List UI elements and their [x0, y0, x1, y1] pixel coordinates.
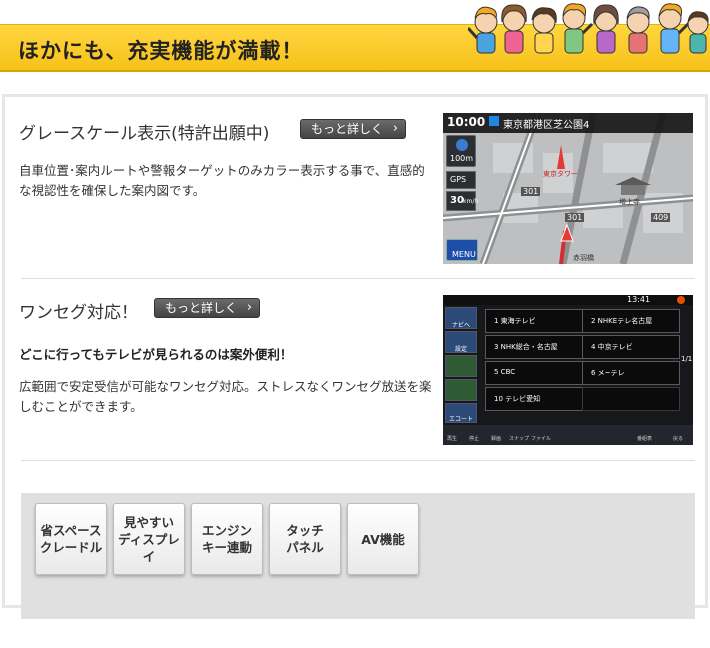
button-label: タッチ — [286, 523, 324, 538]
speed-widget: 30 km/h — [446, 191, 479, 211]
gps-widget: GPS — [446, 171, 476, 189]
touch-panel-button[interactable]: タッチ パネル — [269, 503, 341, 575]
chevron-right-icon: › — [392, 121, 399, 136]
grayscale-title: グレースケール表示(特許出願中) — [19, 124, 270, 144]
button-label: 省スペース — [40, 523, 102, 538]
place-label: 赤羽橋 — [573, 254, 594, 262]
section-divider — [21, 460, 695, 461]
channel-button[interactable]: 4 中京テレビ — [582, 335, 680, 359]
grayscale-more-button[interactable]: もっと詳しく › — [300, 119, 407, 139]
road-label: 409 — [651, 213, 671, 222]
tv-side-menu: ナビへ 設定 エコート — [445, 307, 477, 423]
features-panel: グレースケール表示(特許出願中) もっと詳しく › 自車位置･案内ルートや警報タ… — [2, 94, 708, 619]
channel-button[interactable]: 10 テレビ愛知 — [485, 387, 583, 411]
map-illustration — [443, 113, 693, 264]
echo-button[interactable]: エコート — [445, 403, 477, 423]
nav-button[interactable]: ナビへ — [445, 307, 477, 329]
road-label: 301 — [521, 187, 541, 196]
power-icon[interactable] — [677, 296, 685, 304]
volume-down-button[interactable] — [445, 379, 477, 401]
gps-label: GPS — [450, 175, 467, 184]
back-button[interactable]: 戻る — [673, 435, 683, 442]
location-icon — [489, 116, 499, 126]
record-button[interactable]: 録画 — [491, 435, 501, 442]
menu-label: MENU — [452, 250, 476, 259]
oneseg-title: ワンセグ対応！ — [19, 303, 138, 323]
button-label: エンジン — [201, 523, 252, 538]
play-button[interactable]: 再生 — [447, 435, 457, 442]
speed-unit: km/h — [463, 198, 479, 205]
description-line: 自車位置･案内ルートや警報ターゲットのみカラー表示する事で、直感的 — [19, 163, 425, 178]
page-indicator: 1/1 — [681, 355, 693, 363]
engine-key-link-button[interactable]: エンジン キー連動 — [191, 503, 263, 575]
channel-button[interactable]: 6 メ~テレ — [582, 361, 680, 385]
program-guide-button[interactable]: 番組表 — [637, 435, 652, 442]
compass-widget[interactable]: 100m — [446, 135, 476, 167]
menu-button[interactable]: MENU — [446, 239, 478, 261]
oneseg-sub-heading: どこに行ってもテレビが見られるのは案外便利！ — [19, 347, 293, 362]
chevron-right-icon: › — [246, 300, 253, 315]
button-label: キー連動 — [201, 540, 252, 555]
place-label: 増上寺 — [619, 198, 640, 206]
description-line: しむことができます。 — [19, 399, 143, 414]
more-button-label: もっと詳しく — [311, 122, 384, 136]
description-line: 広範囲で安定受信が可能なワンセグ対応。ストレスなくワンセグ放送を楽 — [19, 379, 432, 394]
map-clock: 10:00 — [447, 115, 486, 129]
button-label: AV機能 — [361, 531, 405, 547]
description-line: な視認性を確保した案内図です。 — [19, 183, 206, 198]
easy-view-display-button[interactable]: 見やすい ディスプレイ — [113, 503, 185, 575]
channel-button[interactable]: 3 NHK総合・名古屋 — [485, 335, 583, 359]
tv-bottom-bar: 再生 停止 録画 スナップ ファイル 番組表 戻る — [443, 425, 693, 445]
channel-button[interactable]: 1 東海テレビ — [485, 309, 583, 333]
oneseg-tv-screenshot: 13:41 ナビへ 設定 エコート 1 東海テレビ 2 NHKEテレ名古屋 3 … — [443, 295, 693, 445]
button-label: 見やすい — [123, 514, 174, 530]
map-address: 東京都港区芝公園4 — [503, 120, 590, 131]
file-button[interactable]: ファイル — [531, 435, 551, 442]
av-function-button[interactable]: AV機能 — [347, 503, 419, 575]
tv-clock: 13:41 — [627, 295, 651, 304]
button-label: ディスプレイ — [118, 531, 180, 564]
grayscale-map-screenshot: 10:00 東京都港区芝公園4 100m GPS 30 km/h MENU 30… — [443, 113, 693, 264]
speed-value: 30 — [450, 195, 464, 206]
map-status-bar: 10:00 東京都港区芝公園4 — [443, 113, 693, 133]
channel-button-empty — [582, 387, 680, 411]
button-label: クレードル — [39, 540, 103, 555]
volume-up-button[interactable] — [445, 355, 477, 377]
banner-title: ほかにも、充実機能が満載！ — [18, 39, 304, 63]
people-illustration — [468, 3, 709, 54]
oneseg-description: 広範囲で安定受信が可能なワンセグ対応。ストレスなくワンセグ放送を楽 しむことがで… — [19, 377, 432, 417]
feature-buttons-tray: 省スペース クレードル 見やすい ディスプレイ エンジン キー連動 タッチ パネ… — [21, 493, 695, 619]
compass-icon — [456, 139, 468, 151]
stop-button[interactable]: 停止 — [469, 435, 479, 442]
section-divider — [21, 278, 695, 279]
road-label: 301 — [565, 213, 585, 222]
map-scale: 100m — [450, 154, 474, 163]
place-label: 東京タワー — [543, 170, 578, 178]
snapshot-button[interactable]: スナップ — [509, 435, 529, 442]
more-button-label: もっと詳しく — [165, 301, 238, 315]
grayscale-description: 自車位置･案内ルートや警報ターゲットのみカラー表示する事で、直感的 な視認性を確… — [19, 161, 425, 201]
channel-button[interactable]: 5 CBC — [485, 361, 583, 385]
channel-button[interactable]: 2 NHKEテレ名古屋 — [582, 309, 680, 333]
oneseg-more-button[interactable]: もっと詳しく › — [154, 298, 261, 318]
space-saving-cradle-button[interactable]: 省スペース クレードル — [35, 503, 107, 575]
tv-status-bar: 13:41 — [443, 295, 693, 305]
button-label: パネル — [286, 540, 324, 555]
settings-button[interactable]: 設定 — [445, 331, 477, 353]
